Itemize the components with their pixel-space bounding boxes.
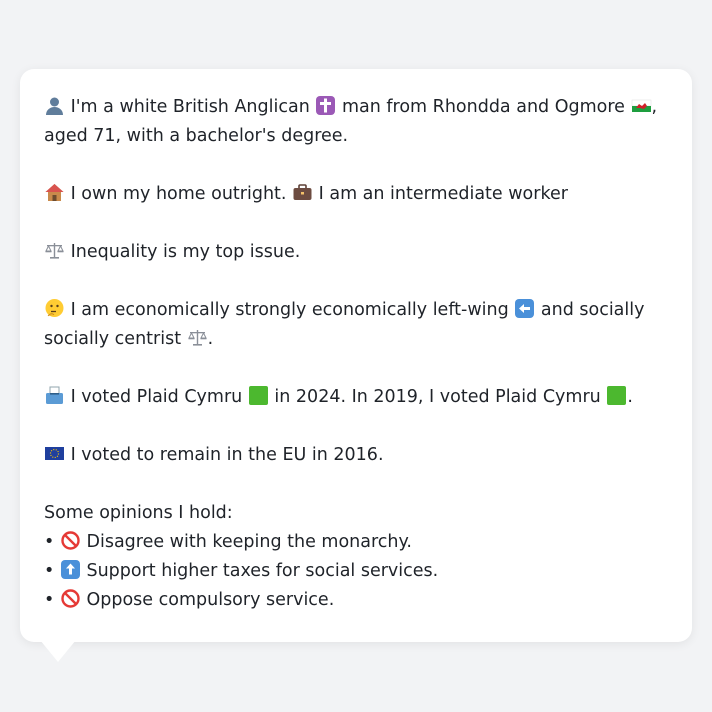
balance-scale-icon <box>187 327 208 348</box>
wales-flag-icon <box>631 95 652 116</box>
bullet: • <box>44 590 55 610</box>
identity-paragraph: I'm a white British Anglican man from Rh… <box>44 93 670 151</box>
eu-flag-icon <box>44 443 65 464</box>
housing-paragraph: I own my home outright. I am an intermed… <box>44 180 670 209</box>
brexit-text: I voted to remain in the EU in 2016. <box>70 445 384 465</box>
bullet: • <box>44 532 55 552</box>
issue-paragraph: Inequality is my top issue. <box>44 238 670 267</box>
briefcase-icon <box>292 182 313 203</box>
opinion-text: Oppose compulsory service. <box>86 590 335 610</box>
opinion-item: • Oppose compulsory service. <box>44 586 670 615</box>
ideology-text-1: I am economically strongly economically … <box>70 300 509 320</box>
voting-paragraph: I voted Plaid Cymru in 2024. In 2019, I … <box>44 383 670 412</box>
issue-text: Inequality is my top issue. <box>70 242 301 262</box>
voting-text-1: I voted Plaid Cymru <box>70 387 243 407</box>
prohibited-icon <box>60 530 81 551</box>
opinion-text: Support higher taxes for social services… <box>86 561 439 581</box>
identity-text-2: man from Rhondda and Ogmore <box>341 97 625 117</box>
ideology-text-3: . <box>207 329 214 349</box>
up-arrow-icon <box>60 559 81 580</box>
housing-text: I own my home outright. <box>70 184 287 204</box>
ideology-paragraph: I am economically strongly economically … <box>44 296 670 354</box>
opinion-text: Disagree with keeping the monarchy. <box>86 532 412 552</box>
green-square-icon <box>248 385 269 406</box>
brexit-paragraph: I voted to remain in the EU in 2016. <box>44 441 670 470</box>
balance-scale-icon <box>44 240 65 261</box>
person-icon <box>44 95 65 116</box>
voting-text-2: in 2024. In 2019, I voted Plaid Cymru <box>274 387 601 407</box>
opinion-item: • Disagree with keeping the monarchy. <box>44 528 670 557</box>
latin-cross-icon <box>315 95 336 116</box>
message-bubble: I'm a white British Anglican man from Rh… <box>20 69 692 642</box>
voting-text-3: . <box>627 387 633 407</box>
prohibited-icon <box>60 588 81 609</box>
bullet: • <box>44 561 55 581</box>
left-arrow-icon <box>514 298 535 319</box>
bubble-tail <box>40 640 76 662</box>
thinking-face-icon <box>44 298 65 319</box>
opinion-item: • Support higher taxes for social servic… <box>44 557 670 586</box>
identity-text-1: I'm a white British Anglican <box>70 97 310 117</box>
occupation-text: I am an intermediate worker <box>318 184 568 204</box>
green-square-icon <box>606 385 627 406</box>
ballot-box-icon <box>44 385 65 406</box>
house-icon <box>44 182 65 203</box>
opinions-heading: Some opinions I hold: <box>44 503 233 523</box>
